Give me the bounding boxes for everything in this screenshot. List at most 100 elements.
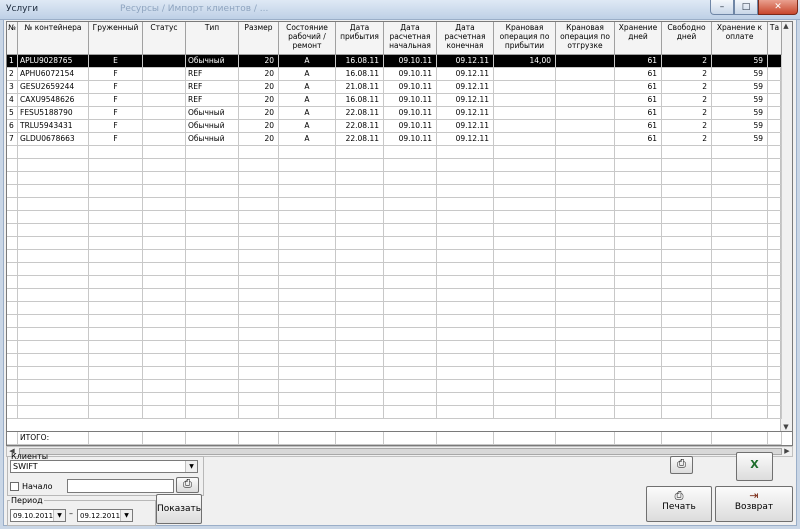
cell-n[interactable]: 7 bbox=[7, 133, 18, 146]
cell-cond[interactable] bbox=[279, 224, 336, 237]
cell-cond[interactable]: A bbox=[279, 120, 336, 133]
cell-type[interactable] bbox=[186, 159, 239, 172]
cell-cs[interactable] bbox=[384, 276, 437, 289]
cell-ce[interactable] bbox=[437, 224, 494, 237]
cell-fd[interactable]: 2 bbox=[662, 81, 712, 94]
cell-gr[interactable] bbox=[89, 276, 143, 289]
cell-gr[interactable] bbox=[89, 172, 143, 185]
cell-gr[interactable] bbox=[89, 237, 143, 250]
cell-ce[interactable] bbox=[437, 341, 494, 354]
cell-st[interactable] bbox=[143, 354, 186, 367]
cell-gr[interactable]: F bbox=[89, 107, 143, 120]
cell-size[interactable]: 20 bbox=[239, 68, 279, 81]
cell-fd[interactable] bbox=[662, 250, 712, 263]
cell-st[interactable] bbox=[143, 68, 186, 81]
empty-row[interactable] bbox=[7, 211, 792, 224]
close-button[interactable]: ✕ bbox=[758, 0, 798, 15]
cell-hd[interactable] bbox=[615, 146, 662, 159]
cell-cont[interactable]: APLU9028765 bbox=[18, 55, 89, 68]
cell-gr[interactable] bbox=[89, 263, 143, 276]
cell-ta[interactable] bbox=[768, 289, 782, 302]
cell-size[interactable] bbox=[239, 211, 279, 224]
cell-kro[interactable] bbox=[556, 250, 615, 263]
cell-fd[interactable] bbox=[662, 315, 712, 328]
cell-cont[interactable]: GESU2659244 bbox=[18, 81, 89, 94]
cell-kro[interactable] bbox=[556, 172, 615, 185]
cell-type[interactable] bbox=[186, 185, 239, 198]
cell-gr[interactable] bbox=[89, 354, 143, 367]
cell-kro[interactable] bbox=[556, 185, 615, 198]
cell-hd[interactable]: 61 bbox=[615, 133, 662, 146]
cell-hp[interactable] bbox=[712, 263, 768, 276]
cell-kra[interactable] bbox=[494, 250, 556, 263]
cell-type[interactable] bbox=[186, 393, 239, 406]
cell-ta[interactable] bbox=[768, 68, 782, 81]
column-header-size[interactable]: Размер bbox=[239, 22, 279, 55]
cell-ta[interactable] bbox=[768, 367, 782, 380]
cell-gr[interactable] bbox=[89, 406, 143, 419]
cell-kro[interactable] bbox=[556, 120, 615, 133]
cell-size[interactable] bbox=[239, 406, 279, 419]
chevron-down-icon[interactable]: ▼ bbox=[185, 461, 197, 472]
cell-size[interactable] bbox=[239, 341, 279, 354]
cell-cs[interactable] bbox=[384, 354, 437, 367]
cell-size[interactable] bbox=[239, 380, 279, 393]
cell-hd[interactable]: 61 bbox=[615, 120, 662, 133]
cell-cs[interactable]: 09.10.11 bbox=[384, 81, 437, 94]
cell-ta[interactable] bbox=[768, 185, 782, 198]
cell-cond[interactable] bbox=[279, 185, 336, 198]
cell-hd[interactable] bbox=[615, 406, 662, 419]
cell-type[interactable] bbox=[186, 211, 239, 224]
cell-kro[interactable] bbox=[556, 81, 615, 94]
cell-size[interactable]: 20 bbox=[239, 94, 279, 107]
cell-hp[interactable]: 59 bbox=[712, 94, 768, 107]
cell-size[interactable] bbox=[239, 393, 279, 406]
cell-hd[interactable] bbox=[615, 380, 662, 393]
lookup-button[interactable]: ⎙ bbox=[176, 477, 199, 493]
cell-fd[interactable] bbox=[662, 393, 712, 406]
cell-cont[interactable] bbox=[18, 276, 89, 289]
cell-st[interactable] bbox=[143, 393, 186, 406]
cell-cont[interactable] bbox=[18, 341, 89, 354]
cell-kra[interactable] bbox=[494, 302, 556, 315]
cell-st[interactable] bbox=[143, 315, 186, 328]
cell-size[interactable] bbox=[239, 172, 279, 185]
cell-st[interactable] bbox=[143, 250, 186, 263]
cell-cond[interactable] bbox=[279, 172, 336, 185]
cell-arr[interactable] bbox=[336, 354, 384, 367]
cell-size[interactable] bbox=[239, 198, 279, 211]
column-header-hp[interactable]: Хранение к оплате bbox=[712, 22, 768, 55]
cell-n[interactable] bbox=[7, 406, 18, 419]
empty-row[interactable] bbox=[7, 328, 792, 341]
cell-kra[interactable]: 14,00 bbox=[494, 55, 556, 68]
column-header-ce[interactable]: Дата расчетная конечная bbox=[437, 22, 494, 55]
cell-size[interactable] bbox=[239, 146, 279, 159]
cell-fd[interactable]: 2 bbox=[662, 133, 712, 146]
cell-gr[interactable] bbox=[89, 302, 143, 315]
cell-st[interactable] bbox=[143, 263, 186, 276]
cell-cs[interactable] bbox=[384, 172, 437, 185]
cell-gr[interactable] bbox=[89, 380, 143, 393]
cell-fd[interactable]: 2 bbox=[662, 94, 712, 107]
cell-cond[interactable] bbox=[279, 146, 336, 159]
cell-hp[interactable] bbox=[712, 224, 768, 237]
cell-fd[interactable] bbox=[662, 185, 712, 198]
maximize-button[interactable]: □ bbox=[734, 0, 758, 15]
cell-ta[interactable] bbox=[768, 172, 782, 185]
cell-kro[interactable] bbox=[556, 55, 615, 68]
cell-kra[interactable] bbox=[494, 133, 556, 146]
cell-gr[interactable] bbox=[89, 341, 143, 354]
cell-hp[interactable] bbox=[712, 198, 768, 211]
cell-hd[interactable]: 61 bbox=[615, 81, 662, 94]
cell-kra[interactable] bbox=[494, 94, 556, 107]
cell-ta[interactable] bbox=[768, 302, 782, 315]
cell-n[interactable] bbox=[7, 185, 18, 198]
cell-hd[interactable] bbox=[615, 328, 662, 341]
cell-hd[interactable] bbox=[615, 289, 662, 302]
cell-cs[interactable] bbox=[384, 302, 437, 315]
client-select[interactable]: SWIFT ▼ bbox=[10, 460, 198, 473]
cell-kro[interactable] bbox=[556, 406, 615, 419]
cell-gr[interactable] bbox=[89, 250, 143, 263]
cell-gr[interactable] bbox=[89, 367, 143, 380]
show-button[interactable]: Показать bbox=[156, 494, 202, 524]
